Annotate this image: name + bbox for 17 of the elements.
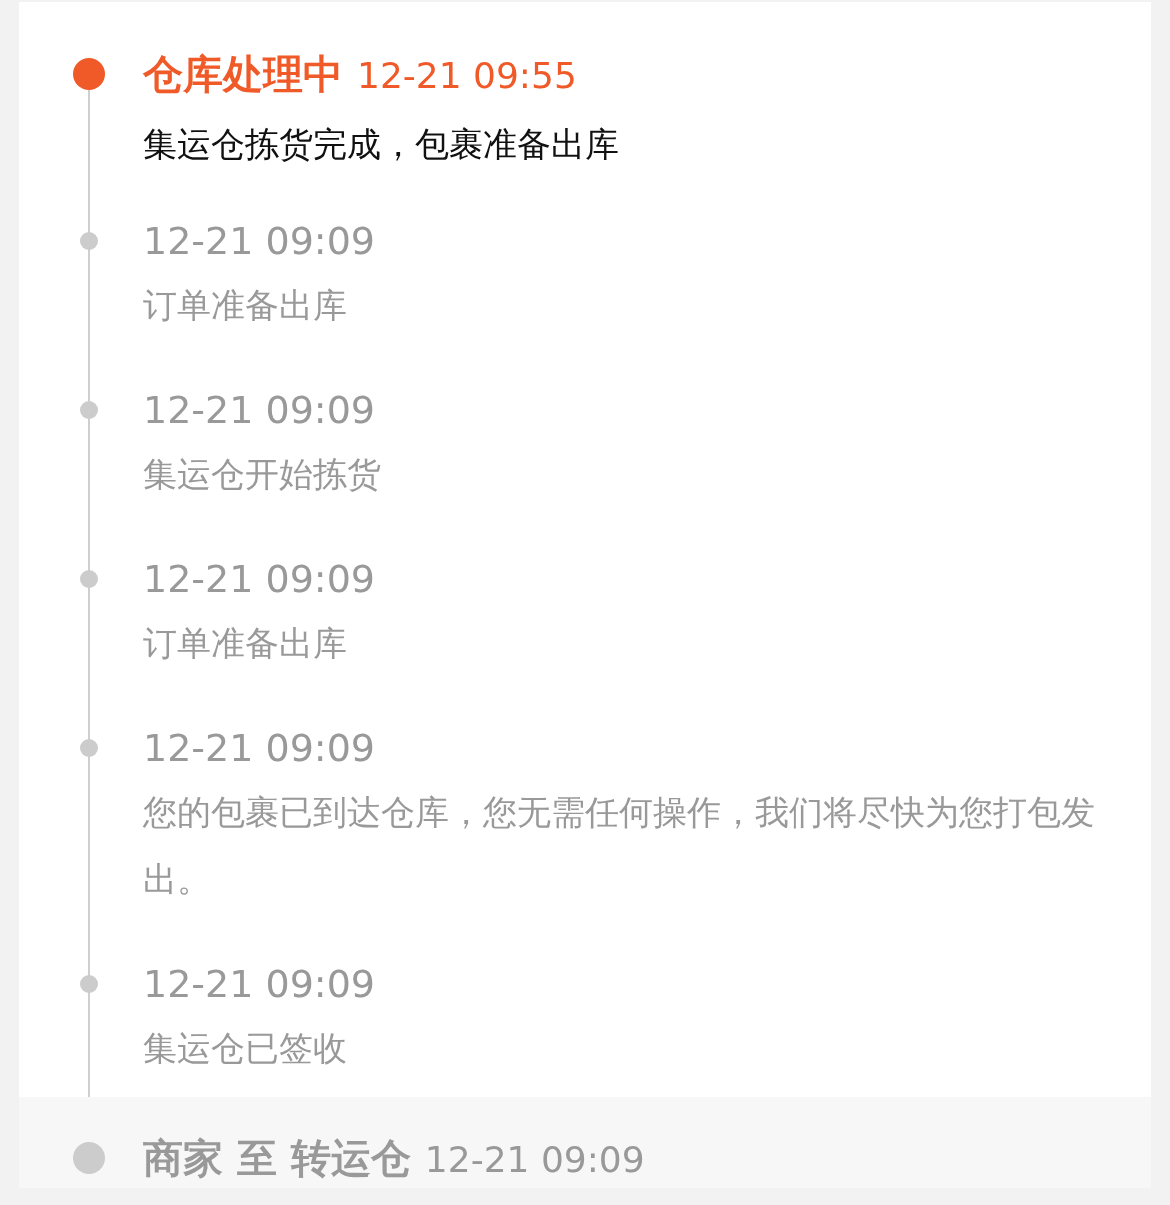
event-time: 12-21 09:09	[143, 218, 376, 265]
event-description: 集运仓已签收	[143, 1027, 348, 1070]
event-time: 12-21 09:55	[357, 54, 577, 98]
event-time: 12-21 09:09	[143, 556, 376, 603]
event-time: 12-21 09:09	[143, 387, 376, 434]
segment-title: 商家 至 转运仓	[143, 1134, 411, 1183]
event-time: 12-21 09:09	[143, 725, 376, 772]
status-dot-icon	[73, 58, 105, 90]
event-description: 集运仓拣货完成，包裹准备出库	[143, 123, 620, 166]
timeline-dot-icon	[73, 1142, 105, 1174]
segment-time: 12-21 09:09	[424, 1138, 645, 1182]
event-description: 您的包裹已到达仓库，您无需任何操作，我们将尽快为您打包发出。	[143, 791, 1096, 901]
event-time: 12-21 09:09	[143, 961, 376, 1008]
event-description: 订单准备出库	[143, 622, 348, 665]
event-description: 订单准备出库	[143, 284, 348, 327]
status-title: 仓库处理中	[143, 50, 343, 99]
event-description: 集运仓开始拣货	[143, 453, 382, 496]
